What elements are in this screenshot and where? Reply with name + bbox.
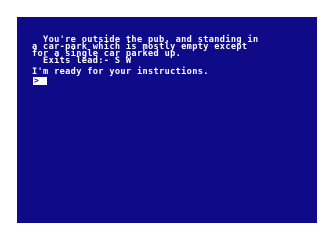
command-prompt[interactable]: >: [32, 76, 316, 85]
game-text-area: You're outside the pub, and standing in …: [32, 36, 316, 85]
ready-message: I'm ready for your instructions.: [32, 67, 209, 77]
game-screen: You're outside the pub, and standing in …: [17, 17, 317, 223]
prompt-cursor[interactable]: >: [33, 77, 47, 85]
exits-line: Exits lead:- S W: [32, 56, 132, 66]
